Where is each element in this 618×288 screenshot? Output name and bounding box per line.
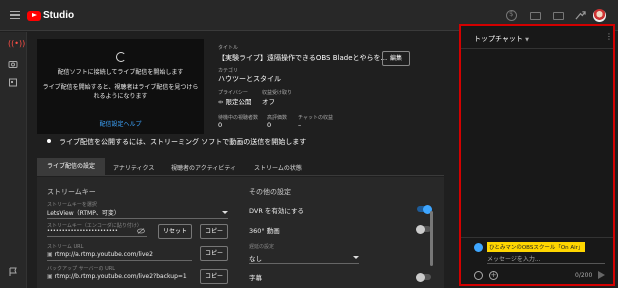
tab-stream-settings[interactable]: ライブ配信の設定 <box>37 158 106 176</box>
waiting-viewers-label: 待機中の視聴者数 <box>218 115 259 121</box>
youtube-play-icon <box>27 10 41 21</box>
more-vert-icon[interactable]: ⋮ <box>605 32 613 41</box>
latency-label: 遅延の設定 <box>249 244 275 250</box>
backup-url-field[interactable]: ▣ rtmp://b.rtmp.youtube.com/live2?backup… <box>47 273 187 280</box>
copy-url-button[interactable]: コピー <box>200 246 228 261</box>
waiting-viewers-value: 0 <box>218 121 223 129</box>
publish-notice: ライブ配信を公開するには、ストリーミング ソフトで動画の送信を開始します <box>47 137 306 147</box>
tab-bar: ライブ配信の設定 アナリティクス 視聴者のアクティビティ ストリームの状態 <box>37 158 444 176</box>
select-underline <box>47 218 228 219</box>
bullet-icon <box>47 139 51 143</box>
live-chat-panel: トップチャット ▼ ⋮ ひとみマンのOBSスクール「On Air」 メッセージを… <box>459 24 615 286</box>
captions-icon[interactable] <box>530 12 541 20</box>
captions-toggle[interactable] <box>416 272 431 282</box>
loading-spinner-icon <box>116 52 126 62</box>
share-icon[interactable] <box>575 10 586 21</box>
category-label: カテゴリ <box>218 68 239 74</box>
dvr-label: DVR を有効にする <box>249 207 304 215</box>
chat-user-avatar <box>474 243 483 252</box>
chevron-down-icon[interactable] <box>222 211 228 214</box>
live-icon[interactable]: ((•)) <box>8 39 25 49</box>
add-icon[interactable]: + <box>489 271 498 280</box>
stream-key-heading: ストリームキー <box>47 188 96 196</box>
chat-user-name: ひとみマンのOBSスクール「On Air」 <box>487 242 586 252</box>
video360-label: 360° 動画 <box>249 227 280 235</box>
inbox-icon[interactable] <box>553 12 564 20</box>
tab-analytics[interactable]: アナリティクス <box>113 163 154 172</box>
url-underline <box>47 260 192 261</box>
reset-button[interactable]: リセット <box>158 224 192 239</box>
feedback-flag-icon[interactable] <box>8 267 18 277</box>
edit-button[interactable]: 編集 <box>382 51 410 66</box>
stream-key-select[interactable]: LetsView（RTMP、可変） <box>47 208 120 217</box>
stream-key-field[interactable]: •••••••••••••••••••••••• <box>47 228 118 234</box>
tab-stream-health[interactable]: ストリームの状態 <box>254 163 302 172</box>
preview-message: 配信ソフトに接続してライブ配信を開始します <box>57 69 184 76</box>
link-icon: ⇹ <box>218 98 226 106</box>
likes-value: 0 <box>267 121 272 129</box>
panel-scrollbar[interactable] <box>430 211 433 266</box>
key-underline <box>47 236 147 237</box>
studio-logo[interactable]: Studio <box>27 9 74 22</box>
dvr-toggle[interactable] <box>417 204 432 214</box>
chat-message-input[interactable]: メッセージを入力... <box>487 254 541 263</box>
likes-label: 高評価数 <box>267 115 288 121</box>
chat-input-area: ひとみマンのOBSスクール「On Air」 メッセージを入力... + 0/20… <box>461 237 613 286</box>
visibility-off-icon[interactable] <box>137 228 145 234</box>
emoji-icon[interactable] <box>474 271 483 280</box>
title-label: タイトル <box>218 45 239 51</box>
latency-select[interactable]: なし <box>249 253 262 263</box>
copy-key-button[interactable]: コピー <box>200 224 228 239</box>
backup-url-label: バックアップ サーバーの URL <box>47 266 116 272</box>
send-icon[interactable] <box>598 271 605 279</box>
calendar-icon[interactable] <box>8 77 18 87</box>
main-content: 配信ソフトに接続してライブ配信を開始します ライブ配信を開始すると、視聴者はライ… <box>27 32 455 288</box>
chat-revenue-label: チャットの収益 <box>298 115 333 121</box>
menu-icon[interactable] <box>10 11 20 19</box>
monetization-label: 収益受け取り <box>262 90 293 96</box>
left-rail: ((•)) <box>0 32 27 288</box>
chat-mode-dropdown[interactable]: トップチャット ▼ <box>474 34 529 44</box>
chat-revenue-value: – <box>298 121 302 129</box>
video360-toggle[interactable] <box>416 224 431 234</box>
settings-panel: ストリームキー ストリームキーを選択 LetsView（RTMP、可変） ストリ… <box>37 177 444 288</box>
latency-underline <box>249 263 359 264</box>
stream-url-label: ストリーム URL <box>47 244 84 250</box>
chat-input-underline <box>487 263 605 264</box>
category-value: ハウツーとスタイル <box>218 75 281 83</box>
privacy-label: プライバシー <box>218 90 248 96</box>
stream-key-select-label: ストリームキーを選択 <box>47 202 97 208</box>
monetization-value: オフ <box>262 98 275 106</box>
chat-char-count: 0/200 <box>575 272 593 279</box>
logo-text: Studio <box>43 10 75 21</box>
privacy-value: ⇹ 限定公開 <box>218 98 252 106</box>
dollar-icon[interactable]: $ <box>506 10 517 21</box>
preview-description-1: ライブ配信を開始すると、視聴者はライブ配信を見つけら <box>42 84 199 91</box>
preview-description-2: れるようになります <box>93 93 148 100</box>
other-settings-heading: その他の設定 <box>249 188 291 196</box>
stream-title: 【実験ライブ】遠隔操作できるOBS Bladeとやらを... <box>218 54 388 62</box>
account-avatar[interactable] <box>593 9 606 22</box>
lock-icon: ▣ <box>47 273 55 280</box>
chevron-down-icon[interactable] <box>353 256 359 259</box>
chat-header: トップチャット ▼ ⋮ <box>461 26 613 49</box>
chevron-down-icon: ▼ <box>525 37 530 43</box>
stream-preview: 配信ソフトに接続してライブ配信を開始します ライブ配信を開始すると、視聴者はライ… <box>37 39 204 134</box>
stream-settings-help-link[interactable]: 配信設定ヘルプ <box>37 119 204 128</box>
lock-icon: ▣ <box>47 251 55 258</box>
copy-backup-button[interactable]: コピー <box>200 269 228 284</box>
captions-label: 字幕 <box>249 274 262 282</box>
camera-icon[interactable] <box>8 59 18 69</box>
tab-viewer-activity[interactable]: 視聴者のアクティビティ <box>171 163 236 172</box>
stream-url-field[interactable]: ▣ rtmp://a.rtmp.youtube.com/live2 <box>47 251 153 258</box>
